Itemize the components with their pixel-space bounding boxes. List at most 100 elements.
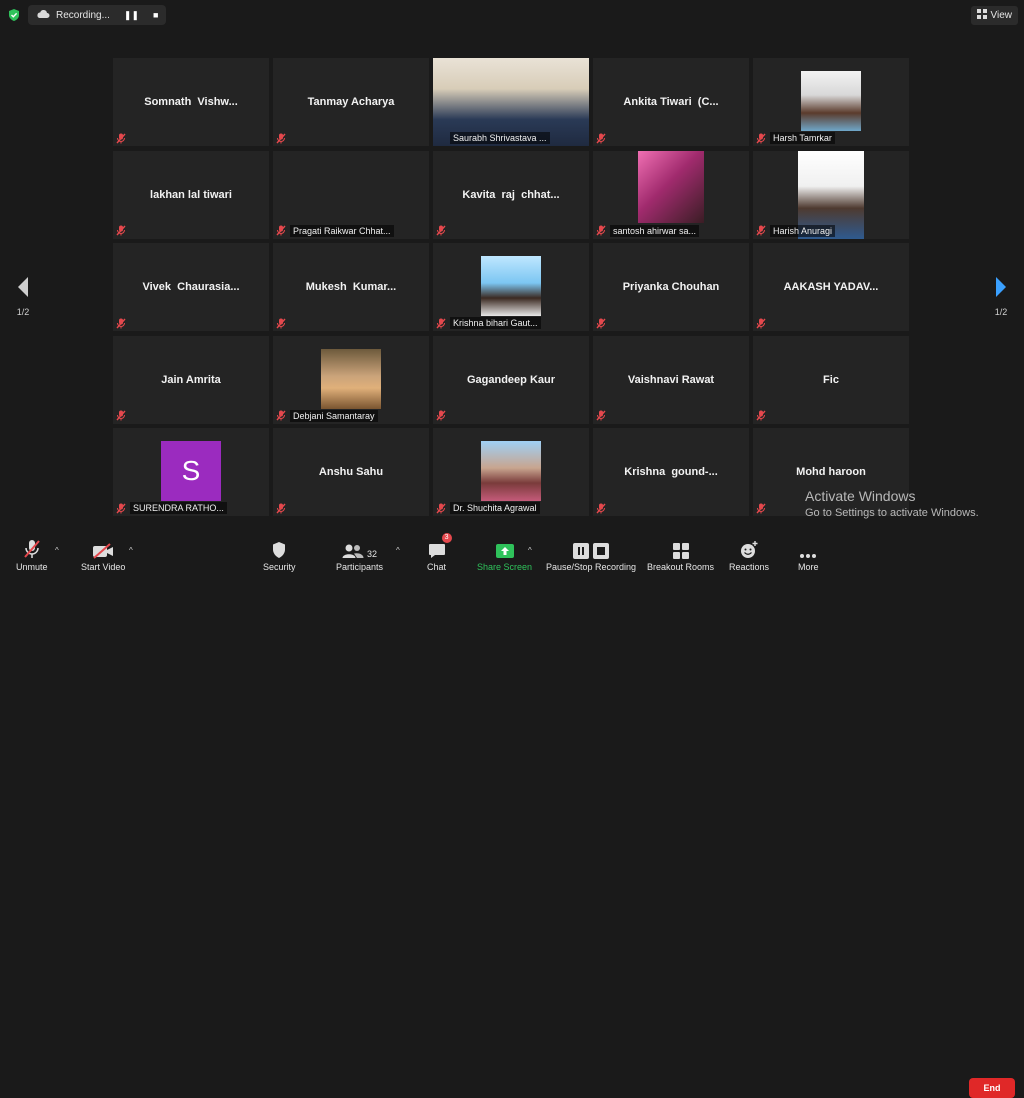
mic-muted-icon <box>435 502 447 514</box>
mic-muted-icon <box>275 225 287 237</box>
participant-name: Gagandeep Kaur <box>466 373 556 386</box>
participant-tile[interactable]: Jain Amrita <box>113 335 269 424</box>
participant-tile[interactable]: lakhan lal tiwari <box>113 150 269 239</box>
stop-recording-icon[interactable]: ■ <box>153 10 158 20</box>
participants-count: 32 <box>367 549 378 559</box>
participant-name: Ankita Tiwari (C... <box>623 96 719 108</box>
participant-name-label: SURENDRA RATHO... <box>130 502 227 514</box>
participant-name-label: Saurabh Shrivastava ... <box>450 132 550 144</box>
mic-muted-icon <box>115 132 127 144</box>
breakout-rooms-label: Breakout Rooms <box>647 562 715 572</box>
audio-options-caret-icon[interactable]: ^ <box>55 546 59 555</box>
mic-muted-icon <box>595 132 607 144</box>
security-label: Security <box>263 562 296 572</box>
participant-tile[interactable]: Anshu Sahu <box>273 428 429 516</box>
participant-tile[interactable]: Krishna bihari Gaut... <box>433 243 589 331</box>
activate-windows-watermark: Activate Windows Go to Settings to activ… <box>805 488 979 519</box>
participants-options-caret-icon[interactable]: ^ <box>396 546 400 555</box>
participant-grid: Somnath Vishw... Tanmay Acharya Saurabh Sh… <box>113 58 911 516</box>
security-button[interactable]: Security <box>263 537 296 572</box>
cloud-icon <box>36 9 50 22</box>
participant-tile[interactable]: S SURENDRA RATHO... <box>113 428 269 516</box>
participant-name-label: Krishna bihari Gaut... <box>450 317 541 329</box>
participant-tile[interactable]: Priyanka Chouhan <box>593 243 749 331</box>
video-options-caret-icon[interactable]: ^ <box>129 546 133 555</box>
participant-name: Anshu Sahu <box>318 466 384 478</box>
smiley-plus-icon <box>740 537 758 559</box>
participant-name: Mukesh Kumar... <box>305 281 397 293</box>
participant-tile[interactable]: Krishna gound-... <box>593 428 749 516</box>
mic-muted-icon <box>755 502 767 514</box>
security-shield-icon[interactable] <box>6 7 22 23</box>
start-video-button[interactable]: Start Video <box>81 537 125 572</box>
participant-tile[interactable]: Mukesh Kumar... <box>273 243 429 331</box>
grid-view-icon <box>976 9 987 22</box>
participant-tile[interactable]: Vivek Chaurasia... <box>113 243 269 331</box>
pause-stop-recording-button[interactable]: Pause/Stop Recording <box>546 537 636 572</box>
participant-tile[interactable]: santosh ahirwar sa... <box>593 150 749 239</box>
share-options-caret-icon[interactable]: ^ <box>528 546 532 555</box>
pause-recording-icon[interactable]: ❚❚ <box>124 10 139 21</box>
mic-muted-icon <box>595 410 607 422</box>
participant-tile[interactable]: Gagandeep Kaur <box>433 335 589 424</box>
chat-label: Chat <box>427 562 447 572</box>
mic-muted-icon <box>115 502 127 514</box>
participant-name: Mohd haroon <box>796 466 866 478</box>
participant-name-label: Debjani Samantaray <box>290 409 378 422</box>
participant-tile[interactable]: Kavita raj chhat... <box>433 150 589 239</box>
mic-muted-icon <box>275 410 287 422</box>
participant-tile[interactable]: Tanmay Acharya <box>273 58 429 146</box>
participant-tile[interactable]: Pragati Raikwar Chhat... <box>273 150 429 239</box>
unmute-button[interactable]: Unmute <box>16 537 48 572</box>
shield-icon <box>271 537 287 559</box>
participant-tile[interactable]: Ankita Tiwari (C... <box>593 58 749 146</box>
participant-name: Jain Amrita <box>161 373 221 386</box>
more-button[interactable]: More <box>798 537 819 572</box>
mic-muted-icon <box>595 317 607 329</box>
view-button[interactable]: View <box>970 6 1018 25</box>
breakout-rooms-button[interactable]: Breakout Rooms <box>647 537 714 572</box>
mic-muted-icon <box>275 317 287 329</box>
participant-tile[interactable]: Fic <box>753 335 909 424</box>
mic-muted-icon <box>595 225 607 237</box>
participant-tile[interactable]: Harsh Tamrkar <box>753 58 909 146</box>
reactions-button[interactable]: Reactions <box>729 537 769 572</box>
participant-tile[interactable]: Somnath Vishw... <box>113 58 269 146</box>
participant-name: Vivek Chaurasia... <box>142 281 240 293</box>
unmute-label: Unmute <box>16 562 48 572</box>
watermark-subtitle: Go to Settings to activate Windows. <box>805 507 979 519</box>
mic-muted-icon <box>755 225 767 237</box>
chevron-left-icon <box>18 277 28 297</box>
participant-tile[interactable]: Dr. Shuchita Agrawal <box>433 428 589 516</box>
participant-name: Krishna gound-... <box>624 466 718 478</box>
right-page-indicator: 1/2 <box>994 307 1008 317</box>
next-page-button[interactable]: 1/2 <box>986 276 1016 317</box>
mic-muted-icon <box>435 225 447 237</box>
participant-tile[interactable]: Saurabh Shrivastava ... <box>433 58 589 146</box>
participant-tile[interactable]: Debjani Samantaray <box>273 335 429 424</box>
recording-controls-label: Pause/Stop Recording <box>546 562 637 572</box>
participant-tile[interactable]: Vaishnavi Rawat <box>593 335 749 424</box>
reactions-label: Reactions <box>729 562 770 572</box>
top-left-bar: Recording... ❚❚ ■ <box>6 5 167 25</box>
participants-label: Participants <box>336 562 384 572</box>
previous-page-button[interactable]: 1/2 <box>8 276 38 317</box>
mic-muted-icon <box>755 132 767 144</box>
participant-tile[interactable]: AAKASH YADAV... <box>753 243 909 331</box>
chevron-right-icon <box>996 277 1006 297</box>
participant-name-label: Dr. Shuchita Agrawal <box>450 502 540 514</box>
participant-photo <box>321 348 381 409</box>
participants-icon: 32 <box>342 537 377 559</box>
video-off-icon <box>92 537 114 559</box>
share-screen-button[interactable]: Share Screen <box>477 537 532 572</box>
end-meeting-button[interactable]: End <box>969 1078 1015 1098</box>
more-label: More <box>798 562 819 572</box>
mic-muted-icon <box>275 502 287 514</box>
recording-indicator[interactable]: Recording... ❚❚ ■ <box>28 5 167 25</box>
chat-icon: 3 <box>428 533 452 559</box>
participants-button[interactable]: 32 Participants <box>336 537 383 572</box>
chat-button[interactable]: 3 Chat <box>427 533 452 572</box>
mic-muted-icon <box>435 410 447 422</box>
participant-name: AAKASH YADAV... <box>783 281 879 293</box>
participant-tile[interactable]: Harish Anuragi <box>753 150 909 239</box>
